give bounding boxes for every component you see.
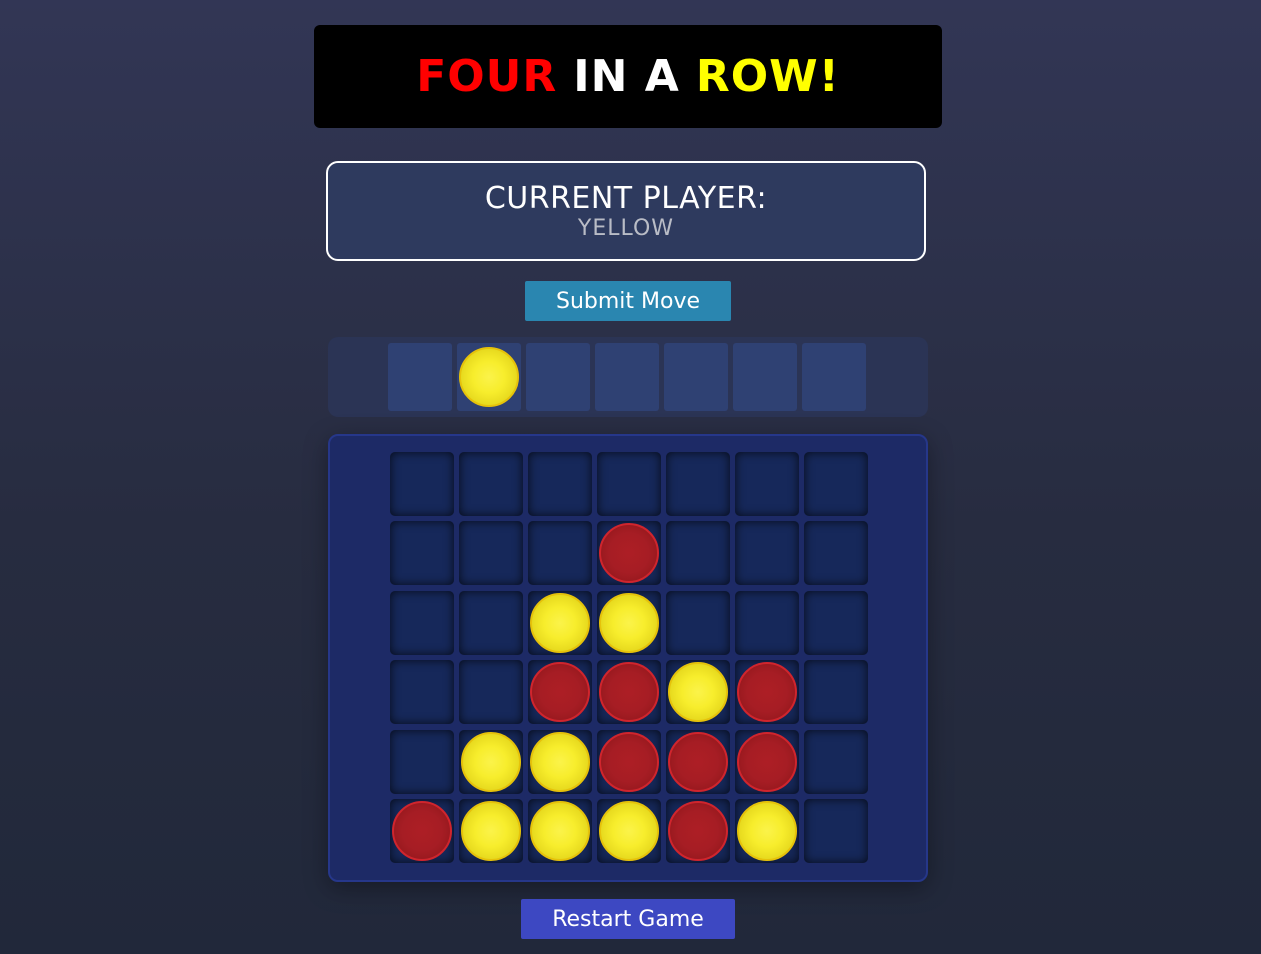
board-cell-r1-c2[interactable]	[459, 452, 523, 516]
board-cell-r6-c7[interactable]	[804, 799, 868, 863]
board-cell-r5-c5[interactable]	[666, 729, 730, 794]
board-cell-r3-c6[interactable]	[735, 590, 799, 655]
board-cell-r2-c1[interactable]	[390, 521, 454, 586]
board-cell-r3-c7[interactable]	[804, 590, 868, 655]
board-cell-r5-c4[interactable]	[597, 729, 661, 794]
restart-game-button[interactable]: Restart Game	[521, 899, 735, 939]
board-cell-r5-c6[interactable]	[735, 729, 799, 794]
board-cell-r1-c6[interactable]	[735, 452, 799, 516]
column-selector-row	[328, 337, 928, 417]
board-cell-r4-c6[interactable]	[735, 660, 799, 725]
board-cell-r6-c6[interactable]	[735, 799, 799, 863]
column-select-2[interactable]	[457, 343, 521, 411]
preview-disc-yellow	[459, 347, 519, 407]
yellow-disc	[530, 592, 590, 653]
board-cell-r6-c5[interactable]	[666, 799, 730, 863]
board-cell-r1-c1[interactable]	[390, 452, 454, 516]
red-disc	[599, 731, 659, 792]
yellow-disc	[530, 731, 590, 792]
board-cell-r1-c3[interactable]	[528, 452, 592, 516]
board-cell-r3-c5[interactable]	[666, 590, 730, 655]
red-disc	[530, 662, 590, 723]
game-board	[328, 434, 928, 882]
board-cell-r6-c3[interactable]	[528, 799, 592, 863]
current-player-label: CURRENT PLAYER:	[484, 181, 768, 216]
yellow-disc	[530, 801, 590, 861]
board-cell-r1-c5[interactable]	[666, 452, 730, 516]
red-disc	[668, 731, 728, 792]
current-player-value: YELLOW	[577, 216, 675, 241]
yellow-disc	[461, 731, 521, 792]
board-cell-r4-c4[interactable]	[597, 660, 661, 725]
board-cell-r2-c6[interactable]	[735, 521, 799, 586]
game-title: FOUR IN A ROW!	[314, 25, 942, 128]
column-select-6[interactable]	[733, 343, 797, 411]
red-disc	[668, 801, 728, 861]
red-disc	[599, 662, 659, 723]
board-cell-r2-c7[interactable]	[804, 521, 868, 586]
title-word-in-a: IN A	[573, 51, 680, 102]
column-select-1[interactable]	[388, 343, 452, 411]
yellow-disc	[668, 662, 728, 723]
board-cell-r3-c3[interactable]	[528, 590, 592, 655]
column-select-7[interactable]	[802, 343, 866, 411]
board-cell-r4-c2[interactable]	[459, 660, 523, 725]
column-select-4[interactable]	[595, 343, 659, 411]
column-select-5[interactable]	[664, 343, 728, 411]
submit-move-button[interactable]: Submit Move	[525, 281, 731, 321]
yellow-disc	[599, 592, 659, 653]
board-cell-r1-c4[interactable]	[597, 452, 661, 516]
title-word-four: FOUR	[416, 51, 558, 102]
yellow-disc	[461, 801, 521, 861]
red-disc	[737, 731, 797, 792]
board-cell-r6-c2[interactable]	[459, 799, 523, 863]
current-player-panel: CURRENT PLAYER: YELLOW	[326, 161, 926, 261]
board-cell-r5-c2[interactable]	[459, 729, 523, 794]
red-disc	[392, 801, 452, 861]
board-cell-r6-c1[interactable]	[390, 799, 454, 863]
column-select-3[interactable]	[526, 343, 590, 411]
board-cell-r3-c4[interactable]	[597, 590, 661, 655]
board-cell-r5-c3[interactable]	[528, 729, 592, 794]
red-disc	[599, 523, 659, 584]
board-cell-r5-c1[interactable]	[390, 729, 454, 794]
board-cell-r3-c2[interactable]	[459, 590, 523, 655]
board-cell-r4-c5[interactable]	[666, 660, 730, 725]
board-cell-r4-c7[interactable]	[804, 660, 868, 725]
red-disc	[737, 662, 797, 723]
board-cell-r2-c4[interactable]	[597, 521, 661, 586]
title-word-row: ROW!	[695, 51, 840, 102]
board-cell-r3-c1[interactable]	[390, 590, 454, 655]
board-cell-r4-c1[interactable]	[390, 660, 454, 725]
board-cell-r1-c7[interactable]	[804, 452, 868, 516]
board-cell-r4-c3[interactable]	[528, 660, 592, 725]
board-cell-r2-c5[interactable]	[666, 521, 730, 586]
board-cell-r2-c2[interactable]	[459, 521, 523, 586]
board-cell-r2-c3[interactable]	[528, 521, 592, 586]
board-cell-r5-c7[interactable]	[804, 729, 868, 794]
board-cell-r6-c4[interactable]	[597, 799, 661, 863]
yellow-disc	[599, 801, 659, 861]
yellow-disc	[737, 801, 797, 861]
